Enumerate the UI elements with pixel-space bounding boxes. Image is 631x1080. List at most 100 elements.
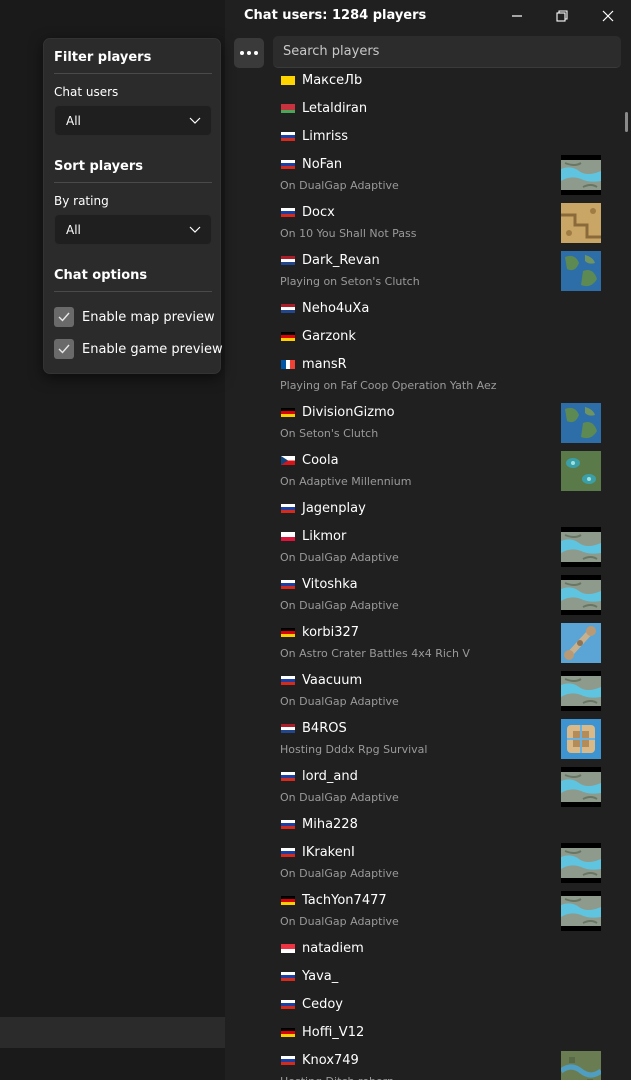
flag-de-icon — [281, 1028, 295, 1037]
flag-nl-icon — [281, 256, 295, 265]
map-preview-thumbnail[interactable] — [561, 623, 601, 663]
flag-ru-icon — [281, 580, 295, 589]
flag-de-icon — [281, 332, 295, 341]
game-preview-option[interactable]: Enable game preview — [54, 339, 223, 361]
player-name: IKrakenI — [302, 845, 355, 860]
chevron-down-icon — [189, 117, 201, 124]
map-preview-thumbnail[interactable] — [561, 527, 601, 567]
player-row[interactable]: Neho4uXa — [225, 295, 631, 323]
player-name: Vitoshka — [302, 577, 358, 592]
map-preview-thumbnail[interactable] — [561, 403, 601, 443]
player-row[interactable]: NoFan On DualGap Adaptive — [225, 151, 631, 199]
player-status: Playing on Faf Coop Operation Yath Aez — [280, 379, 497, 392]
player-row[interactable]: Docx On 10 You Shall Not Pass — [225, 199, 631, 247]
player-name: TachYon7477 — [302, 893, 387, 908]
map-preview-thumbnail[interactable] — [561, 671, 601, 711]
scrollbar-thumb[interactable] — [625, 112, 628, 132]
flag-ru-icon — [281, 676, 295, 685]
more-icon-dot — [247, 51, 251, 55]
player-name: NoFan — [302, 157, 343, 172]
player-name: Limriss — [302, 129, 349, 144]
player-status: On Seton's Clutch — [280, 427, 379, 440]
player-name: Docx — [302, 205, 335, 220]
chevron-down-icon — [189, 226, 201, 233]
player-name: МаксеЛb — [302, 73, 363, 88]
minimize-button[interactable] — [507, 6, 527, 26]
chat-options-heading: Chat options — [54, 268, 148, 283]
player-row[interactable]: Cedoy — [225, 991, 631, 1019]
player-status: On Astro Crater Battles 4x4 Rich V — [280, 647, 470, 660]
left-panel-input-bar[interactable] — [0, 1017, 225, 1048]
player-row[interactable]: МаксеЛb — [225, 70, 631, 95]
search-input[interactable] — [273, 36, 621, 68]
player-status: On DualGap Adaptive — [280, 551, 399, 564]
map-preview-thumbnail[interactable] — [561, 451, 601, 491]
map-preview-checkbox[interactable] — [54, 307, 74, 327]
player-status: On DualGap Adaptive — [280, 791, 399, 804]
chat-users-dropdown[interactable]: All — [54, 105, 212, 136]
maximize-icon — [556, 10, 568, 22]
map-preview-thumbnail[interactable] — [561, 251, 601, 291]
player-status: On DualGap Adaptive — [280, 867, 399, 880]
player-row[interactable]: IKrakenI On DualGap Adaptive — [225, 839, 631, 887]
minimize-icon — [512, 15, 522, 17]
by-rating-dropdown[interactable]: All — [54, 214, 212, 245]
player-row[interactable]: Vaacuum On DualGap Adaptive — [225, 667, 631, 715]
player-row[interactable]: B4ROS Hosting Dddx Rpg Survival — [225, 715, 631, 763]
player-name: Jagenplay — [302, 501, 366, 516]
player-row[interactable]: natadiem — [225, 935, 631, 963]
player-row[interactable]: TachYon7477 On DualGap Adaptive — [225, 887, 631, 935]
map-preview-thumbnail[interactable] — [561, 891, 601, 931]
player-row[interactable]: Coola On Adaptive Millennium — [225, 447, 631, 495]
player-row[interactable]: Knox749 Hosting Ditch reborn — [225, 1047, 631, 1080]
player-name: DivisionGizmo — [302, 405, 395, 420]
flag-ru-icon — [281, 848, 295, 857]
player-row[interactable]: Jagenplay — [225, 495, 631, 523]
sort-players-heading: Sort players — [54, 159, 144, 174]
player-row[interactable]: DivisionGizmo On Seton's Clutch — [225, 399, 631, 447]
player-row[interactable]: Limriss — [225, 123, 631, 151]
flag-fr-icon — [281, 360, 295, 369]
more-icon-dot — [254, 51, 258, 55]
divider — [54, 182, 212, 183]
maximize-button[interactable] — [552, 6, 572, 26]
game-preview-checkbox[interactable] — [54, 339, 74, 359]
map-preview-thumbnail[interactable] — [561, 719, 601, 759]
map-preview-thumbnail[interactable] — [561, 155, 601, 195]
by-rating-label: By rating — [54, 194, 109, 208]
player-row[interactable]: Vitoshka On DualGap Adaptive — [225, 571, 631, 619]
by-rating-value: All — [66, 223, 81, 237]
player-row[interactable]: Hoffi_V12 — [225, 1019, 631, 1047]
player-name: Knox749 — [302, 1053, 359, 1068]
player-row[interactable]: Likmor On DualGap Adaptive — [225, 523, 631, 571]
more-options-button[interactable] — [234, 38, 264, 68]
player-row[interactable]: Garzonk — [225, 323, 631, 351]
window-title: Chat users: 1284 players — [244, 8, 427, 23]
game-preview-label: Enable game preview — [82, 342, 223, 357]
map-preview-thumbnail[interactable] — [561, 575, 601, 615]
map-preview-thumbnail[interactable] — [561, 843, 601, 883]
player-row[interactable]: mansR Playing on Faf Coop Operation Yath … — [225, 351, 631, 399]
player-row[interactable]: Miha228 — [225, 811, 631, 839]
map-preview-option[interactable]: Enable map preview — [54, 307, 219, 329]
player-status: On DualGap Adaptive — [280, 599, 399, 612]
player-row[interactable]: Yava_ — [225, 963, 631, 991]
flag-ru-icon — [281, 208, 295, 217]
check-icon — [58, 312, 70, 322]
flag-cz-icon — [281, 456, 295, 465]
close-icon — [602, 10, 614, 22]
player-name: Letaldiran — [302, 101, 368, 116]
close-button[interactable] — [598, 6, 618, 26]
player-row[interactable]: lord_and On DualGap Adaptive — [225, 763, 631, 811]
player-name: Vaacuum — [302, 673, 363, 688]
map-preview-thumbnail[interactable] — [561, 767, 601, 807]
player-row[interactable]: Letaldiran — [225, 95, 631, 123]
player-list[interactable]: МаксеЛb Letaldiran Limriss NoFan On DualGap … — [225, 70, 631, 1080]
filter-flyout: Filter players Chat users All Sort playe… — [43, 38, 223, 374]
player-name: mansR — [302, 357, 347, 372]
map-preview-thumbnail[interactable] — [561, 1051, 601, 1080]
player-row[interactable]: korbi327 On Astro Crater Battles 4x4 Rich… — [225, 619, 631, 667]
map-preview-thumbnail[interactable] — [561, 203, 601, 243]
check-icon — [58, 344, 70, 354]
player-row[interactable]: Dark_Revan Playing on Seton's Clutch — [225, 247, 631, 295]
